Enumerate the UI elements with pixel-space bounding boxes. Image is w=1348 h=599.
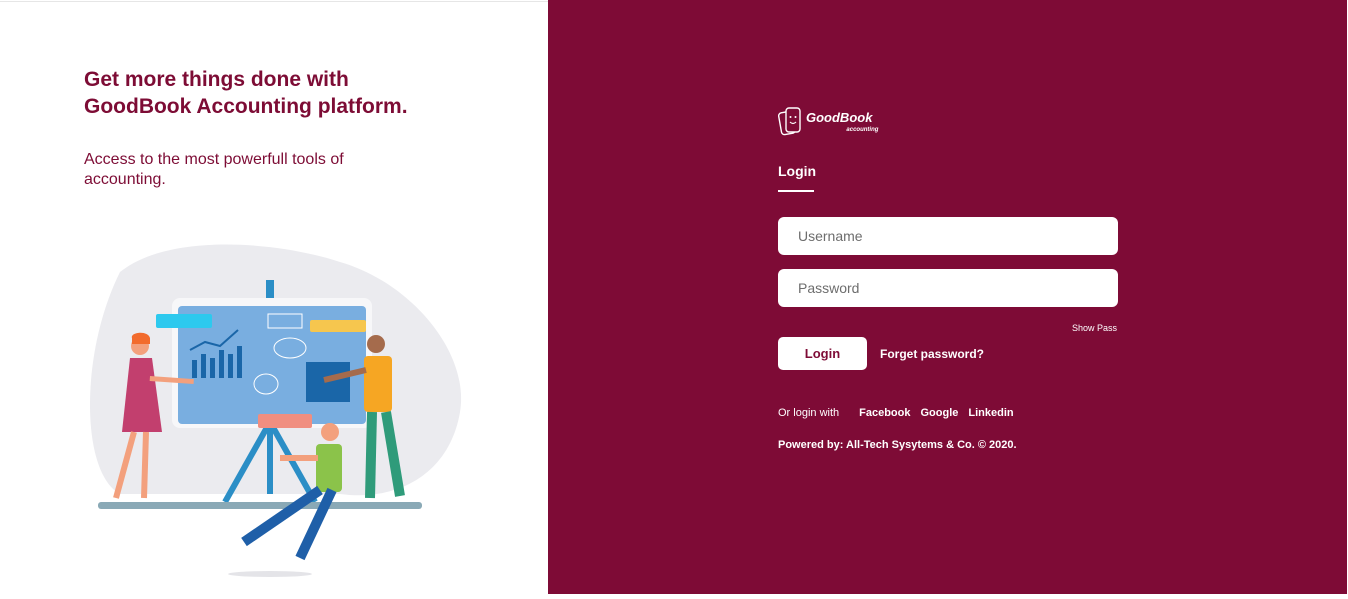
powered-by-footer: Powered by: All-Tech Sysytems & Co. © 20… <box>778 439 1017 451</box>
forget-password-link[interactable]: Forget password? <box>880 347 984 361</box>
left-panel: Get more things done with GoodBook Accou… <box>0 1 548 594</box>
facebook-login-link[interactable]: Facebook <box>859 407 910 419</box>
headline-line-1: Get more things done with <box>84 68 349 91</box>
logo-text: GoodBook <box>806 110 873 125</box>
google-login-link[interactable]: Google <box>921 407 959 419</box>
logo-wordmark: GoodBook accounting <box>806 110 878 133</box>
right-panel: GoodBook accounting Login Show Pass Logi… <box>548 0 1347 594</box>
login-button[interactable]: Login <box>778 337 867 370</box>
goodbook-logo: GoodBook accounting <box>778 106 888 140</box>
show-pass-toggle[interactable]: Show Pass <box>1072 323 1117 333</box>
subline: Access to the most powerfull tools of ac… <box>84 151 344 188</box>
logo-face-icon <box>778 107 801 136</box>
social-login-row: Or login with Facebook Google Linkedin <box>778 407 1024 419</box>
logo-subtext: accounting <box>846 127 879 133</box>
username-input[interactable] <box>778 217 1118 255</box>
headline-line-2: GoodBook Accounting platform. <box>84 95 408 118</box>
headline: Get more things done with GoodBook Accou… <box>84 66 504 120</box>
linkedin-login-link[interactable]: Linkedin <box>968 407 1013 419</box>
tab-login[interactable]: Login <box>778 163 816 192</box>
presentation-illustration <box>90 244 462 577</box>
password-input[interactable] <box>778 269 1118 307</box>
or-login-with-label: Or login with <box>778 407 840 419</box>
